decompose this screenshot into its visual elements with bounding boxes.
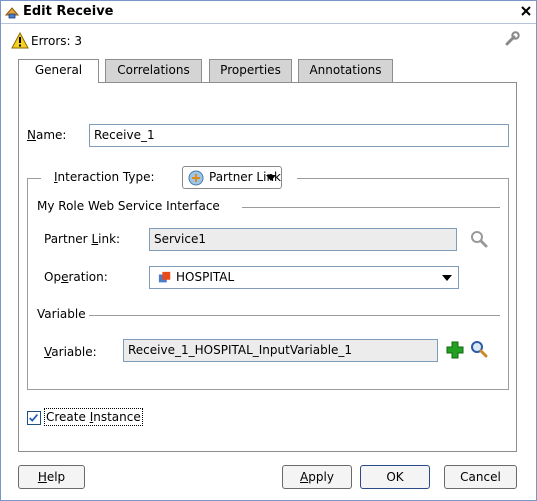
- tab-label: General: [34, 63, 83, 77]
- cancel-button[interactable]: Cancel: [444, 465, 517, 489]
- add-icon[interactable]: [446, 341, 464, 359]
- variable-label: Variable:: [44, 345, 97, 359]
- apply-button[interactable]: Apply: [282, 465, 352, 489]
- tab-correlations[interactable]: Correlations: [105, 59, 202, 82]
- edit-receive-dialog: Edit Receive Errors: 3 General Correlati…: [0, 0, 537, 501]
- operation-label: Operation:: [44, 270, 108, 284]
- tab-general[interactable]: General: [18, 59, 99, 83]
- warning-icon: [11, 32, 29, 49]
- search-icon[interactable]: [470, 340, 488, 358]
- variable-field: Receive_1_HOSPITAL_InputVariable_1: [123, 339, 438, 362]
- partner-link-label: Partner Link:: [44, 232, 121, 246]
- operation-dropdown[interactable]: HOSPITAL: [149, 266, 459, 289]
- my-role-heading: My Role Web Service Interface: [37, 199, 220, 213]
- variable-section-heading: Variable: [37, 307, 86, 321]
- name-field[interactable]: Receive_1: [89, 124, 509, 147]
- wrench-icon[interactable]: [502, 29, 522, 49]
- help-button[interactable]: Help: [18, 465, 85, 489]
- dialog-title: Edit Receive: [23, 4, 114, 19]
- chevron-down-icon: [442, 275, 452, 281]
- interaction-type-label: Interaction Type:: [54, 170, 155, 184]
- create-instance-label[interactable]: Create Instance: [44, 408, 143, 426]
- search-icon[interactable]: [470, 230, 488, 248]
- ok-button[interactable]: OK: [360, 465, 430, 489]
- operation-icon: [158, 271, 171, 283]
- checkmark-icon: [29, 414, 39, 422]
- partner-link-icon: [188, 170, 204, 186]
- errors-count: Errors: 3: [31, 34, 82, 48]
- chevron-down-icon: [266, 175, 276, 181]
- general-tab-panel: Name: Receive_1 Interaction Type: Partne…: [18, 82, 517, 452]
- close-icon[interactable]: [518, 3, 534, 19]
- create-instance-checkbox[interactable]: [27, 411, 41, 425]
- interaction-type-dropdown[interactable]: Partner Link: [182, 166, 282, 189]
- tab-label: Annotations: [309, 63, 382, 77]
- title-bar[interactable]: Edit Receive: [1, 1, 536, 24]
- tab-annotations[interactable]: Annotations: [298, 59, 393, 82]
- receive-activity-icon: [4, 7, 20, 19]
- partner-link-field: Service1: [149, 228, 457, 251]
- tab-properties[interactable]: Properties: [209, 59, 292, 82]
- tab-label: Properties: [220, 63, 281, 77]
- tab-label: Correlations: [117, 63, 190, 77]
- name-label: Name:: [27, 128, 67, 142]
